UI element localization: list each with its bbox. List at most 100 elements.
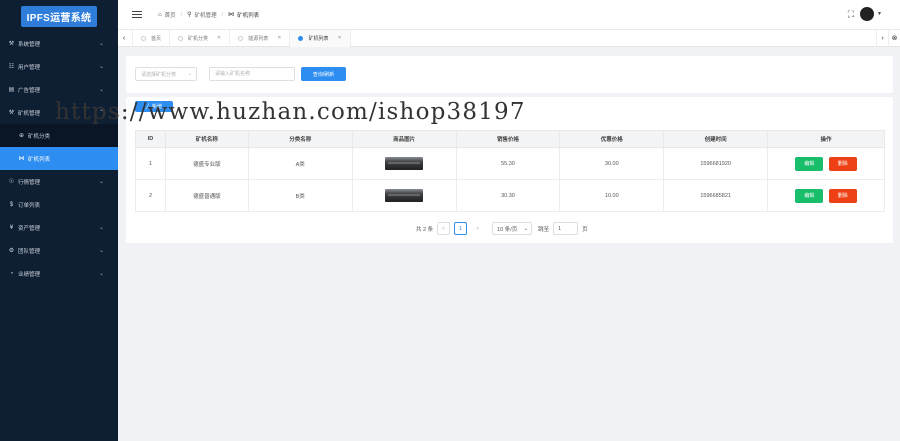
- breadcrumb-home[interactable]: 首页: [165, 11, 176, 19]
- query-refresh-button[interactable]: 查询/刷新: [301, 67, 346, 81]
- sidebar-item-orders[interactable]: $ 订单列表: [0, 193, 118, 216]
- sidebar-item-system[interactable]: ⚒ 系统管理 ⌄: [0, 32, 118, 55]
- cell-id: 1: [135, 147, 166, 180]
- tab-label: 矿机分类: [188, 35, 209, 42]
- bowtie-icon: ⋈: [228, 12, 235, 18]
- wrench-icon: ⚒: [8, 41, 15, 47]
- col-name: 矿机名称: [164, 130, 249, 148]
- home-icon: ⌂: [158, 11, 162, 18]
- chevron-down-icon: ⌄: [98, 87, 104, 93]
- tab-label: 能源列表: [248, 35, 269, 42]
- cell-image: [351, 147, 457, 180]
- jump-label: 跳至: [538, 226, 550, 233]
- tabs-bar: ‹ 首页 矿机分类 ✕ 能源列表 ✕ 矿机列表 ✕ › ⊗: [118, 29, 900, 47]
- sidebar-item-label: 行情管理: [18, 179, 41, 186]
- edit-button[interactable]: 编辑: [795, 156, 824, 171]
- tabs-scroll-right-icon[interactable]: ›: [876, 30, 888, 47]
- sidebar-item-users[interactable]: ☷ 用户管理 ⌄: [0, 55, 118, 78]
- tab-label: 首页: [151, 35, 162, 42]
- jump-page-input[interactable]: [553, 222, 579, 235]
- cell-actions: 编辑 删除: [767, 179, 885, 212]
- col-id: ID: [135, 130, 166, 148]
- category-select-placeholder: 请选择矿机分类: [141, 71, 177, 78]
- miner-product-image[interactable]: [385, 157, 424, 170]
- delete-button[interactable]: 删除: [828, 188, 857, 203]
- col-created: 创建时间: [663, 130, 769, 148]
- close-icon[interactable]: ✕: [217, 35, 221, 41]
- sidebar-item-assets[interactable]: ¥ 资产管理 ⌄: [0, 216, 118, 239]
- close-icon[interactable]: ✕: [277, 35, 281, 41]
- tab-miner-list[interactable]: 矿机列表 ✕: [289, 29, 351, 47]
- next-page-button[interactable]: >: [471, 222, 484, 235]
- sidebar-item-miner-list[interactable]: ⋈ 矿机列表: [0, 147, 118, 170]
- page-size-value: 10 条/页: [497, 226, 518, 233]
- sidebar-item-label: 矿机分类: [28, 133, 51, 140]
- tab-miner-category[interactable]: 矿机分类 ✕: [169, 29, 231, 47]
- users-icon: ☷: [8, 64, 15, 70]
- circle-plus-icon: ⊕: [18, 133, 25, 139]
- sidebar-item-ads[interactable]: ▤ 广告管理 ⌄: [0, 78, 118, 101]
- header-actions: ⛶ ▼: [848, 7, 882, 21]
- col-category: 分类名称: [247, 130, 353, 148]
- col-price: 销售价格: [455, 130, 561, 148]
- sidebar-item-label: 广告管理: [18, 87, 41, 94]
- cell-actions: 编辑 删除: [767, 147, 885, 180]
- caret-down-icon[interactable]: ▼: [877, 11, 882, 17]
- miner-product-image[interactable]: [385, 189, 424, 202]
- table-row: 1 德盛专业版 A类 55.30 30.00 1596681920 编辑 删除: [135, 147, 885, 180]
- cell-image: [351, 179, 457, 212]
- close-icon[interactable]: ✕: [337, 35, 341, 41]
- avatar[interactable]: [860, 7, 875, 21]
- cell-category: B类: [247, 179, 353, 212]
- ad-icon: ▤: [8, 87, 15, 93]
- cell-category: A类: [247, 147, 353, 180]
- category-select[interactable]: 请选择矿机分类 ⌄: [135, 67, 197, 81]
- close-all-icon[interactable]: ⊗: [888, 30, 900, 47]
- cell-name: 德盛普通版: [164, 179, 249, 212]
- fullscreen-icon[interactable]: ⛶: [848, 9, 854, 20]
- sidebar-item-label: 矿机管理: [18, 110, 41, 117]
- tabs-scroll-left-icon[interactable]: ‹: [118, 35, 130, 42]
- breadcrumb-current: 矿机列表: [237, 12, 260, 19]
- tab-home[interactable]: 首页: [132, 29, 171, 47]
- dollar-icon: $: [9, 201, 14, 208]
- breadcrumb: ⌂ 首页 / ⚲ 矿机管理 / ⋈ 矿机列表: [158, 11, 260, 19]
- sidebar-item-label: 矿机列表: [28, 156, 51, 163]
- tabs: 首页 矿机分类 ✕ 能源列表 ✕ 矿机列表 ✕: [132, 29, 351, 47]
- edit-button[interactable]: 编辑: [795, 188, 824, 203]
- cell-name: 德盛专业版: [164, 147, 249, 180]
- app-logo[interactable]: IPFS运营系统: [20, 5, 98, 27]
- filter-card: 请选择矿机分类 ⌄ 查询/刷新: [126, 56, 893, 93]
- cell-discount: 30.00: [559, 147, 665, 180]
- sidebar-item-performance[interactable]: ◔ 业绩管理 ⌄: [0, 262, 118, 285]
- tabs-right-controls: › ⊗: [876, 30, 900, 47]
- sidebar-item-miner-category[interactable]: ⊕ 矿机分类: [0, 124, 118, 147]
- chevron-down-icon: ⌄: [98, 179, 104, 185]
- sidebar-item-market[interactable]: ☉ 行情管理 ⌄: [0, 170, 118, 193]
- page-size-select[interactable]: 10 条/页 ⌄: [492, 222, 533, 235]
- breadcrumb-miner-admin[interactable]: 矿机管理: [195, 11, 217, 19]
- miner-name-input[interactable]: [209, 67, 295, 81]
- cell-price: 30.30: [455, 179, 561, 212]
- cell-price: 55.30: [455, 147, 561, 180]
- prev-page-button[interactable]: <: [437, 222, 451, 235]
- chevron-down-icon: ⌄: [98, 248, 104, 254]
- miner-icon: ⚒: [8, 110, 15, 116]
- tab-dot-icon: [238, 35, 244, 41]
- cell-id: 2: [135, 179, 166, 212]
- delete-button[interactable]: 删除: [828, 156, 857, 171]
- cell-discount: 10.00: [559, 179, 665, 212]
- chevron-down-icon: ⌄: [98, 225, 104, 231]
- sidebar-item-label: 团队管理: [18, 248, 41, 255]
- col-image: 商品图片: [351, 130, 457, 148]
- sidebar-item-team[interactable]: ⚙ 团队管理 ⌄: [0, 239, 118, 262]
- top-header: ⌂ 首页 / ⚲ 矿机管理 / ⋈ 矿机列表 ⛶ ▼: [118, 0, 900, 30]
- page-unit: 页: [582, 226, 588, 233]
- page-button-current[interactable]: 1: [454, 222, 468, 235]
- chevron-down-icon: ⌄: [98, 41, 104, 47]
- tab-energy-list[interactable]: 能源列表 ✕: [229, 29, 291, 47]
- team-icon: ⚙: [8, 248, 15, 254]
- menu-toggle-icon[interactable]: [132, 9, 142, 20]
- chevron-down-icon: ⌄: [523, 225, 529, 232]
- table-header-row: ID 矿机名称 分类名称 商品图片 销售价格 优惠价格 创建时间 操作: [135, 130, 885, 148]
